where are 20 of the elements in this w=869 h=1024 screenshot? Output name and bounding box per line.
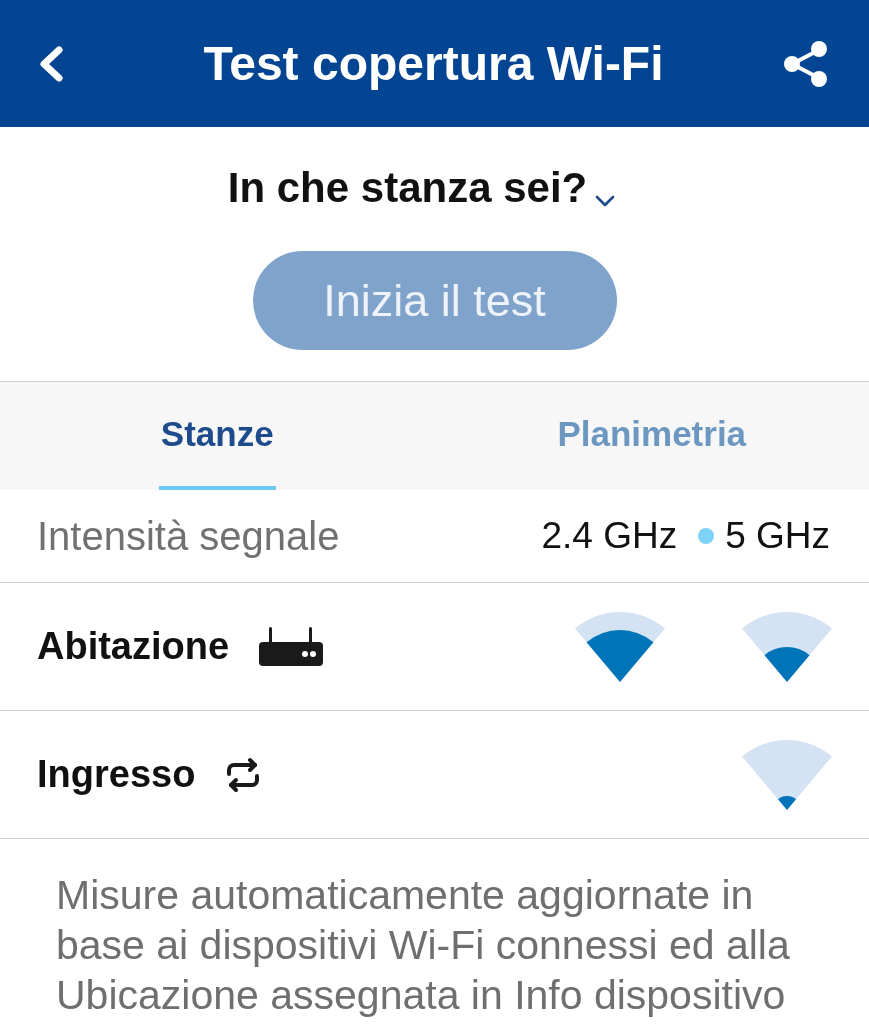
room-name: Ingresso bbox=[37, 753, 196, 796]
room-picker[interactable]: In che stanza sei? bbox=[227, 163, 616, 213]
share-button[interactable] bbox=[783, 40, 829, 87]
back-icon bbox=[38, 44, 64, 83]
info-text: Misure automaticamente aggiornate in base ai dispositivi Wi-Fi connessi ed alla Ubicazione assegnata in Info dispositivo bbox=[56, 871, 791, 1020]
chevron-down-icon bbox=[595, 195, 616, 207]
band-label: 2.4 GHz bbox=[541, 515, 678, 557]
wifi-signal-icon bbox=[742, 611, 832, 682]
tab[interactable]: Stanze bbox=[158, 382, 276, 490]
signal-strength-label: Intensità segnale bbox=[37, 513, 340, 559]
router-icon bbox=[259, 627, 324, 666]
room-name: Abitazione bbox=[37, 625, 230, 668]
screen-title: Test copertura Wi-Fi bbox=[203, 35, 664, 92]
band-label: 5 GHz bbox=[725, 515, 830, 557]
separator-dot-icon bbox=[698, 528, 715, 544]
back-button[interactable] bbox=[38, 44, 64, 83]
share-icon bbox=[783, 40, 829, 87]
repeat-arrows-icon bbox=[225, 756, 262, 793]
wifi-signal-icon bbox=[742, 739, 832, 810]
wifi-signal-icon bbox=[575, 611, 665, 682]
